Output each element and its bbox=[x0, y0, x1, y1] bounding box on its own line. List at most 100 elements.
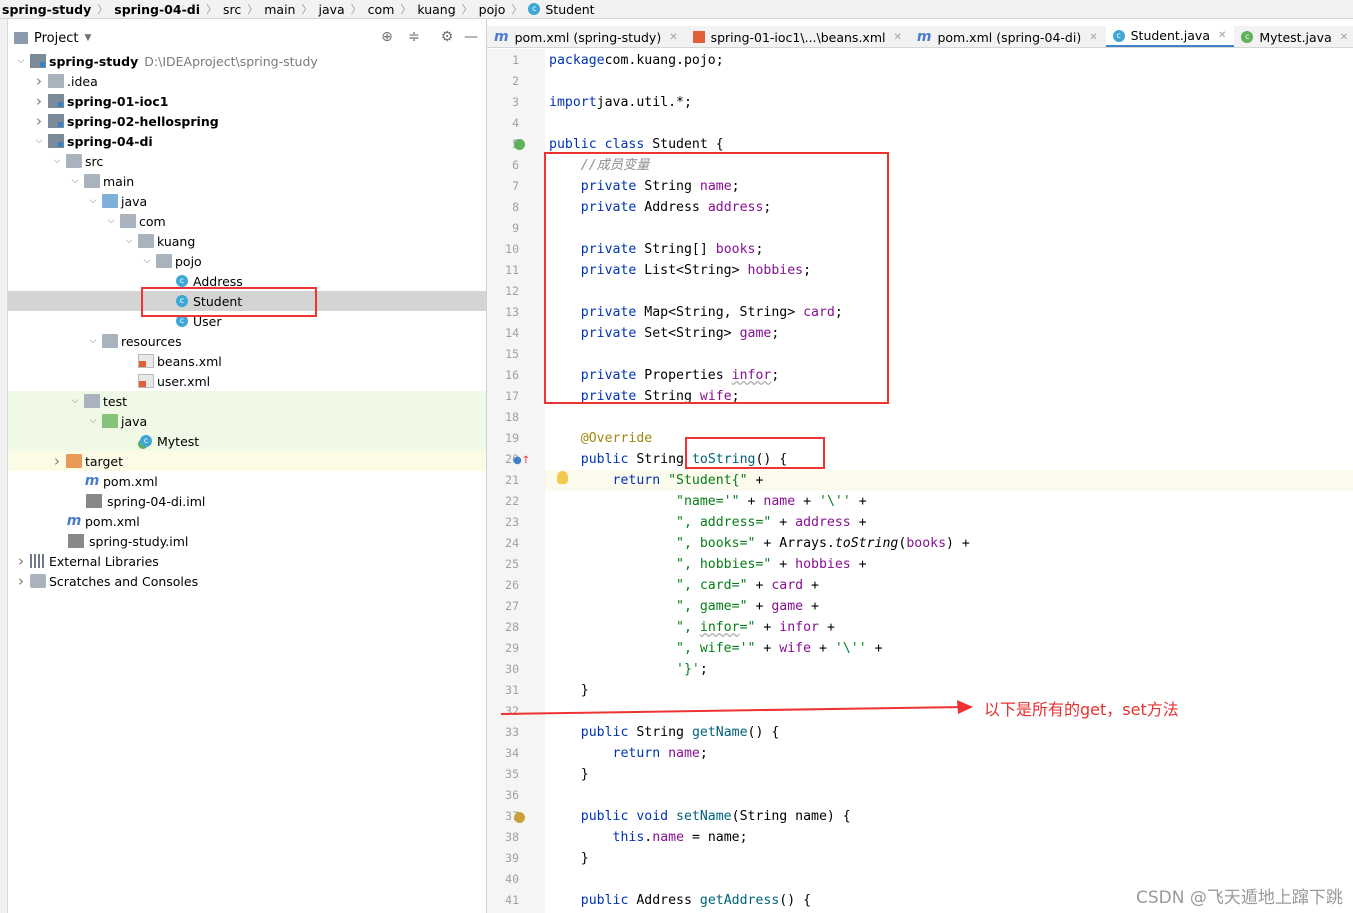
override-marker-icon[interactable]: ●↑ bbox=[513, 455, 530, 466]
chevron-right-icon[interactable]: › bbox=[32, 112, 46, 130]
close-icon[interactable]: ✕ bbox=[1218, 30, 1226, 41]
tree-item[interactable]: c User bbox=[8, 311, 486, 331]
tree-item[interactable]: › spring-01-ioc1 bbox=[8, 91, 486, 111]
breadcrumb-item[interactable]: com bbox=[368, 0, 395, 18]
code-line[interactable]: public String getName() { bbox=[549, 722, 780, 743]
locate-icon[interactable]: ⊕ bbox=[378, 27, 396, 47]
code-line[interactable]: @Override bbox=[549, 428, 652, 449]
tree-item[interactable]: spring-study.iml bbox=[8, 531, 486, 551]
breadcrumb-item[interactable]: src bbox=[223, 0, 241, 18]
code-line[interactable]: private String name; bbox=[549, 176, 740, 197]
editor-tab[interactable]: c Mytest.java ✕ bbox=[1234, 26, 1353, 47]
code-line[interactable]: ", hobbies=" + hobbies + bbox=[549, 554, 867, 575]
tree-item[interactable]: ⌵ java bbox=[8, 411, 486, 431]
tree-item[interactable]: ⌵ resources bbox=[8, 331, 486, 351]
code-line[interactable]: private Map<String, String> card; bbox=[549, 302, 843, 323]
code-line[interactable]: private Address address; bbox=[549, 197, 772, 218]
code-line[interactable]: public Address getAddress() { bbox=[549, 890, 811, 911]
breadcrumb-item[interactable]: spring-study bbox=[2, 0, 91, 18]
chevron-down-icon[interactable]: ⌵ bbox=[86, 416, 100, 426]
code-line[interactable]: ", infor=" + infor + bbox=[549, 617, 835, 638]
code-line[interactable]: public String toString() { bbox=[549, 449, 787, 470]
close-icon[interactable]: ✕ bbox=[669, 32, 677, 43]
code-line[interactable]: return name; bbox=[549, 743, 708, 764]
tree-item[interactable]: c Address bbox=[8, 271, 486, 291]
code-line[interactable]: ", address=" + address + bbox=[549, 512, 867, 533]
chevron-down-icon[interactable]: ⌵ bbox=[122, 236, 136, 246]
chevron-right-icon[interactable]: › bbox=[32, 92, 46, 110]
tree-item[interactable]: m pom.xml bbox=[8, 471, 486, 491]
left-tool-strip[interactable] bbox=[0, 19, 8, 913]
tree-item[interactable]: ⌵ spring-04-di bbox=[8, 131, 486, 151]
minimize-icon[interactable]: — bbox=[462, 27, 480, 47]
tree-item[interactable]: c Mytest bbox=[8, 431, 486, 451]
code-line[interactable]: private Set<String> game; bbox=[549, 323, 780, 344]
code-line[interactable]: importjava.util.*; bbox=[549, 92, 692, 113]
chevron-right-icon[interactable]: › bbox=[32, 72, 46, 90]
chevron-down-icon[interactable]: ⌵ bbox=[104, 216, 118, 226]
code-line[interactable]: public void setName(String name) { bbox=[549, 806, 851, 827]
close-icon[interactable]: ✕ bbox=[893, 32, 901, 43]
breadcrumb-item[interactable]: pojo bbox=[479, 0, 506, 18]
tree-item[interactable]: › spring-02-hellospring bbox=[8, 111, 486, 131]
breadcrumb-item[interactable]: kuang bbox=[417, 0, 455, 18]
tree-item[interactable]: c Student bbox=[8, 291, 486, 311]
code-line[interactable]: ", wife='" + wife + '\'' + bbox=[549, 638, 882, 659]
editor-tab[interactable]: spring-01-ioc1\...\beans.xml ✕ bbox=[686, 26, 910, 47]
tree-item[interactable]: › Scratches and Consoles bbox=[8, 571, 486, 591]
breadcrumb-item[interactable]: main bbox=[264, 0, 295, 18]
chevron-right-icon[interactable]: › bbox=[14, 572, 28, 590]
code-line[interactable]: } bbox=[549, 764, 589, 785]
chevron-down-icon[interactable]: ⌵ bbox=[140, 256, 154, 266]
code-line[interactable]: "name='" + name + '\'' + bbox=[549, 491, 867, 512]
editor-tab[interactable]: c Student.java ✕ bbox=[1105, 26, 1235, 47]
tree-item[interactable]: › .idea bbox=[8, 71, 486, 91]
code-line[interactable]: ", books=" + Arrays.toString(books) + bbox=[549, 533, 970, 554]
breadcrumb-item[interactable]: java bbox=[318, 0, 344, 18]
code-line[interactable]: //成员变量 bbox=[549, 155, 650, 176]
tree-item[interactable]: ⌵ java bbox=[8, 191, 486, 211]
chevron-right-icon[interactable]: › bbox=[14, 552, 28, 570]
tree-item[interactable]: ⌵ main bbox=[8, 171, 486, 191]
chevron-down-icon[interactable]: ⌵ bbox=[86, 336, 100, 346]
run-class-icon[interactable] bbox=[514, 139, 525, 150]
tree-item[interactable]: spring-04-di.iml bbox=[8, 491, 486, 511]
chevron-down-icon[interactable]: ⌵ bbox=[32, 136, 46, 146]
bulb-icon[interactable] bbox=[557, 471, 568, 484]
code-line[interactable]: ", card=" + card + bbox=[549, 575, 819, 596]
tree-item[interactable]: ⌵ spring-study D:\IDEAproject\spring-study bbox=[8, 51, 486, 71]
code-line[interactable]: } bbox=[549, 848, 589, 869]
tree-item[interactable]: ⌵ kuang bbox=[8, 231, 486, 251]
tree-item[interactable]: m pom.xml bbox=[8, 511, 486, 531]
code-line[interactable]: this.name = name; bbox=[549, 827, 748, 848]
tree-item[interactable]: › External Libraries bbox=[8, 551, 486, 571]
tree-item[interactable]: ⌵ pojo bbox=[8, 251, 486, 271]
breadcrumb-item[interactable]: c Student bbox=[528, 0, 595, 18]
chevron-down-icon[interactable]: ⌵ bbox=[86, 196, 100, 206]
chevron-right-icon[interactable]: › bbox=[50, 452, 64, 470]
chevron-down-icon[interactable]: ⌵ bbox=[68, 176, 82, 186]
close-icon[interactable]: ✕ bbox=[1340, 32, 1348, 43]
code-line[interactable]: private String wife; bbox=[549, 386, 740, 407]
code-line[interactable]: private String[] books; bbox=[549, 239, 764, 260]
tree-item[interactable]: user.xml bbox=[8, 371, 486, 391]
gear-icon[interactable]: ⚙ bbox=[438, 27, 456, 47]
code-line[interactable]: '}'; bbox=[549, 659, 708, 680]
code-line[interactable]: private List<String> hobbies; bbox=[549, 260, 811, 281]
close-icon[interactable]: ✕ bbox=[1089, 32, 1097, 43]
chevron-down-icon[interactable]: ⌵ bbox=[50, 156, 64, 166]
setter-marker-icon[interactable] bbox=[514, 812, 525, 823]
chevron-down-icon[interactable]: ⌵ bbox=[68, 396, 82, 406]
chevron-down-icon[interactable]: ▼ bbox=[84, 33, 91, 43]
collapse-all-icon[interactable]: ≑ bbox=[405, 27, 423, 47]
tree-item[interactable]: ⌵ test bbox=[8, 391, 486, 411]
breadcrumb-item[interactable]: spring-04-di bbox=[114, 0, 200, 18]
code-line[interactable]: return "Student{" + bbox=[549, 470, 764, 491]
code-line[interactable]: ", game=" + game + bbox=[549, 596, 819, 617]
editor-tab[interactable]: m pom.xml (spring-04-di) ✕ bbox=[910, 26, 1106, 47]
chevron-down-icon[interactable]: ⌵ bbox=[14, 56, 28, 66]
tree-item[interactable]: ⌵ src bbox=[8, 151, 486, 171]
editor-tab[interactable]: m pom.xml (spring-study) ✕ bbox=[487, 26, 686, 47]
code-line[interactable]: private Properties infor; bbox=[549, 365, 780, 386]
code-line[interactable]: packagecom.kuang.pojo; bbox=[549, 50, 724, 71]
